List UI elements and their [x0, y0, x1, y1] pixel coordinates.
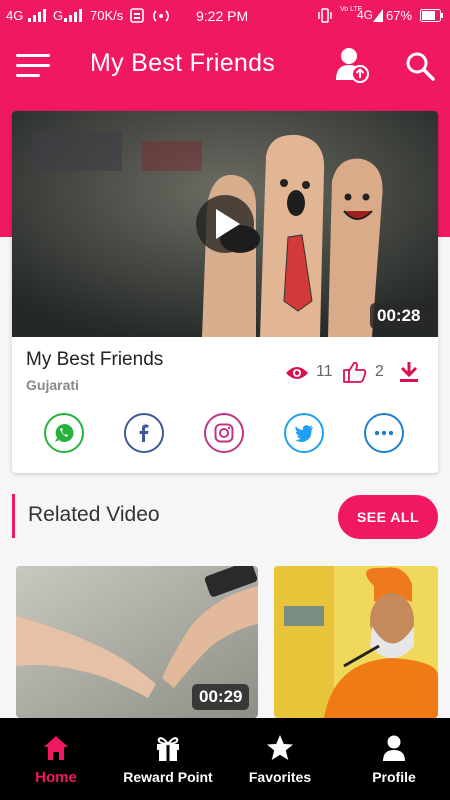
- nav-profile-label: Profile: [372, 769, 416, 785]
- like-count: 2: [375, 363, 384, 380]
- bottom-navigation: Home Reward Point Favorites Profile: [0, 718, 450, 800]
- nav-reward-point[interactable]: Reward Point: [112, 718, 224, 800]
- video-duration: 00:28: [370, 303, 428, 329]
- instagram-icon: [214, 423, 234, 443]
- status-bar: 4G G 70K/s 9:22 PM Vo LTE 4G 67%: [0, 0, 450, 32]
- network-type-2: G: [53, 8, 64, 23]
- video-title: My Best Friends: [26, 349, 164, 370]
- play-button[interactable]: [196, 195, 254, 253]
- section-accent-bar: [12, 494, 15, 538]
- star-icon: [267, 735, 293, 760]
- vibrate-icon: [318, 8, 332, 23]
- battery-percent: 67%: [386, 8, 413, 23]
- nav-favorites[interactable]: Favorites: [224, 718, 336, 800]
- facebook-icon: [139, 424, 149, 442]
- video-thumbnail[interactable]: 00:28: [12, 111, 438, 337]
- views-icon: [286, 367, 308, 379]
- whatsapp-share-button[interactable]: [44, 413, 84, 453]
- signal-icon: [373, 9, 383, 22]
- related-section-title: Related Video: [28, 503, 160, 526]
- download-icon[interactable]: [398, 361, 420, 383]
- network-type-3: 4G: [357, 8, 374, 22]
- user-upload-icon[interactable]: [336, 46, 370, 84]
- related-video-thumbnail[interactable]: [274, 566, 438, 718]
- instagram-share-button[interactable]: [204, 413, 244, 453]
- nav-reward-point-label: Reward Point: [123, 769, 213, 785]
- app-title: My Best Friends: [90, 49, 276, 77]
- menu-icon[interactable]: [16, 52, 52, 80]
- video-category: Gujarati: [26, 377, 79, 393]
- network-type-1: 4G: [6, 8, 24, 23]
- data-saver-icon: [130, 8, 144, 23]
- like-icon[interactable]: [343, 361, 367, 383]
- whatsapp-icon: [55, 423, 74, 442]
- nav-home-label: Home: [35, 769, 77, 786]
- related-video-thumbnail[interactable]: 00:29: [16, 566, 258, 718]
- volte-label: Vo LTE: [340, 6, 363, 13]
- more-share-button[interactable]: [364, 413, 404, 453]
- more-options-icon: [374, 430, 394, 436]
- network-speed: 70K/s: [90, 8, 124, 23]
- battery-icon: [420, 9, 443, 22]
- signal-icon: [64, 9, 82, 22]
- app-bar: My Best Friends: [0, 32, 450, 98]
- clock: 9:22 PM: [196, 8, 249, 24]
- related-video-duration: 00:29: [192, 684, 250, 710]
- nav-favorites-label: Favorites: [248, 769, 312, 785]
- view-count: 11: [316, 363, 333, 380]
- signal-icon: [28, 9, 46, 22]
- share-row: [12, 411, 438, 461]
- see-all-button[interactable]: SEE ALL: [338, 495, 438, 539]
- hotspot-icon: [153, 10, 169, 22]
- featured-video-card: 00:28 My Best Friends Gujarati 11 2: [12, 111, 438, 473]
- related-thumbnail-artwork: [274, 566, 438, 718]
- nav-profile[interactable]: Profile: [338, 718, 450, 800]
- home-icon: [44, 736, 68, 760]
- twitter-share-button[interactable]: [284, 413, 324, 453]
- gift-icon: [157, 737, 179, 761]
- twitter-icon: [295, 425, 313, 442]
- search-icon[interactable]: [404, 50, 436, 82]
- facebook-share-button[interactable]: [124, 413, 164, 453]
- play-icon: [216, 209, 240, 239]
- nav-home[interactable]: Home: [0, 718, 112, 800]
- person-icon: [383, 735, 405, 761]
